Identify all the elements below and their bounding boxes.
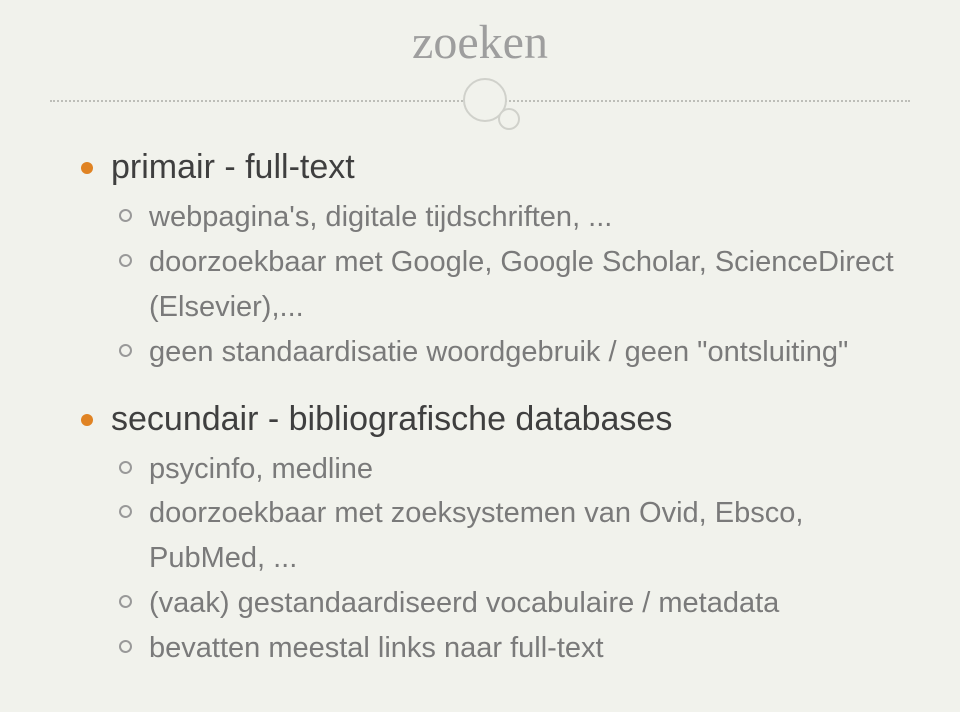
decor-circle-small xyxy=(498,108,520,130)
sub-list-item: doorzoekbaar met Google, Google Scholar,… xyxy=(111,240,900,330)
sub-list-label: doorzoekbaar met zoeksystemen van Ovid, … xyxy=(149,497,803,574)
sub-list: psycinfo, medline doorzoekbaar met zoeks… xyxy=(111,447,900,672)
sub-list-label: bevatten meestal links naar full-text xyxy=(149,632,604,664)
sub-list-label: doorzoekbaar met Google, Google Scholar,… xyxy=(149,246,894,323)
sub-list-label: geen standaardisatie woordgebruik / geen… xyxy=(149,336,848,368)
list-item: primair - full-text webpagina's, digital… xyxy=(75,145,900,375)
sub-list-label: (vaak) gestandaardiseerd vocabulaire / m… xyxy=(149,587,779,619)
sub-list-item: geen standaardisatie woordgebruik / geen… xyxy=(111,330,900,375)
sub-list-item: doorzoekbaar met zoeksystemen van Ovid, … xyxy=(111,491,900,581)
list-item: secundair - bibliografische databases ps… xyxy=(75,397,900,672)
slide: zoeken primair - full-text webpagina's, … xyxy=(0,0,960,712)
sub-list: webpagina's, digitale tijdschriften, ...… xyxy=(111,195,900,375)
bullet-list: primair - full-text webpagina's, digital… xyxy=(75,145,900,671)
spacer xyxy=(75,383,900,397)
sub-list-label: webpagina's, digitale tijdschriften, ... xyxy=(149,201,612,233)
list-item-label: secundair - bibliografische databases xyxy=(111,400,672,438)
sub-list-item: bevatten meestal links naar full-text xyxy=(111,626,900,671)
title-area: zoeken xyxy=(0,15,960,70)
content-area: primair - full-text webpagina's, digital… xyxy=(75,145,900,679)
sub-list-item: webpagina's, digitale tijdschriften, ... xyxy=(111,195,900,240)
slide-title: zoeken xyxy=(412,16,548,69)
sub-list-item: (vaak) gestandaardiseerd vocabulaire / m… xyxy=(111,581,900,626)
list-item-label: primair - full-text xyxy=(111,148,355,186)
sub-list-label: psycinfo, medline xyxy=(149,453,373,485)
sub-list-item: psycinfo, medline xyxy=(111,447,900,492)
